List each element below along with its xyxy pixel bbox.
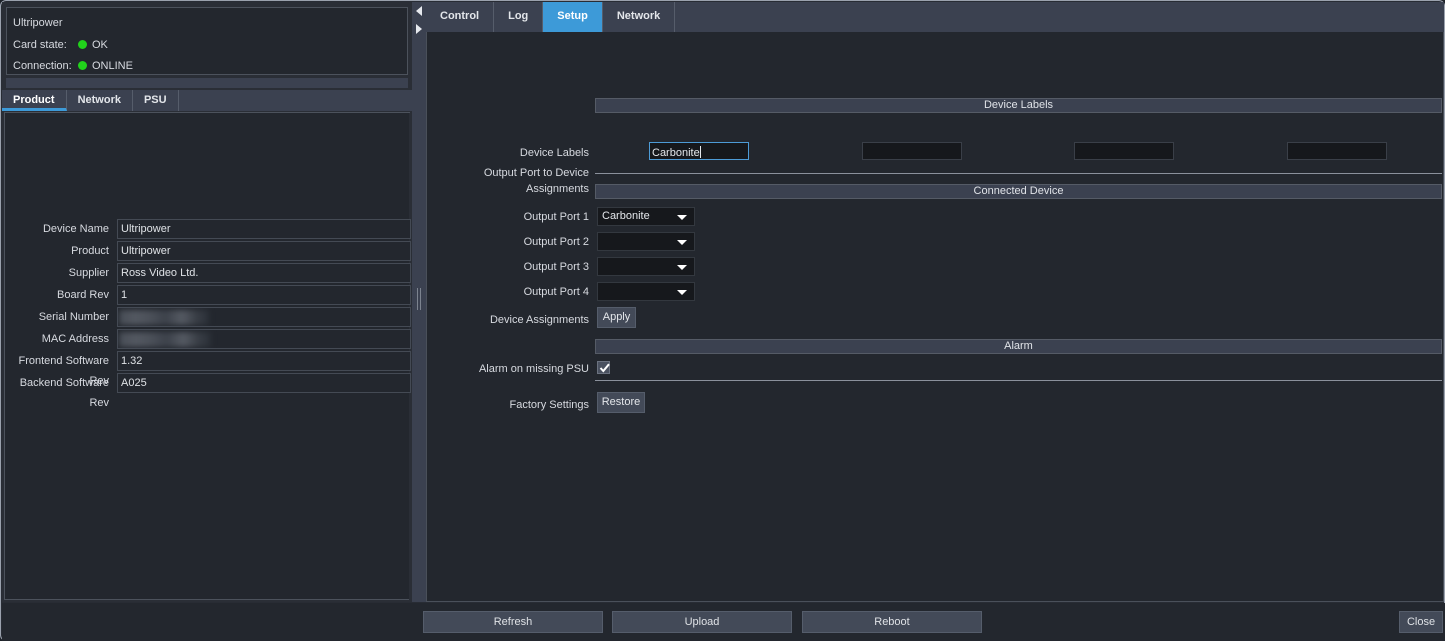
connection-label: Connection: — [13, 60, 72, 72]
assignments-section-label: Output Port to Device Assignments — [483, 167, 589, 195]
form-field-label: Board Rev — [57, 289, 109, 301]
device-label-text — [1288, 147, 1290, 159]
alarm-psu-label: Alarm on missing PSU — [478, 363, 589, 375]
card-state-label: Card state: — [13, 39, 67, 51]
chevron-down-icon — [677, 240, 687, 245]
right-tab-bar: Control Log Setup Network — [426, 2, 1444, 32]
output-port-label-3: Output Port 3 — [523, 261, 589, 273]
apply-button[interactable]: Apply — [597, 307, 636, 328]
form-field-label: Supplier — [68, 267, 109, 279]
device-label-text — [1075, 147, 1077, 159]
redacted-value — [119, 310, 209, 325]
alarm-section-rule — [595, 380, 1442, 381]
group-header-connected-device: Connected Device — [595, 184, 1442, 199]
setup-pane: Device Labels Device Labels Carbonite Ou… — [426, 32, 1444, 602]
collapse-left-button[interactable] — [412, 4, 426, 18]
left-tab-network[interactable]: Network — [67, 90, 133, 111]
group-header-alarm: Alarm — [595, 339, 1442, 354]
output-port-dropdown-1[interactable]: Carbonite — [597, 207, 695, 226]
device-status-box: Ultripower Card state: OK Connection: ONLI… — [6, 7, 408, 75]
card-state-row: Card state: OK — [13, 39, 108, 51]
output-port-dropdown-3[interactable] — [597, 257, 695, 276]
form-field-label: MAC Address — [41, 333, 109, 345]
left-tab-bar: Product Network PSU — [2, 90, 412, 111]
close-button[interactable]: Close — [1399, 611, 1443, 633]
card-state-led-icon — [78, 39, 87, 49]
form-row: Serial Number — [5, 307, 411, 329]
form-row: Frontend Software Rev 1.32 — [5, 351, 411, 387]
text-caret — [699, 146, 701, 158]
device-label-input-4[interactable] — [1287, 142, 1387, 160]
device-label-input-1[interactable]: Carbonite — [649, 142, 749, 160]
form-field-value[interactable]: Ultripower — [117, 241, 411, 261]
left-content-area: Device Name Ultripower Product Ultripower Su… — [4, 112, 413, 601]
device-label-text — [863, 147, 865, 159]
product-info-form: Device Name Ultripower Product Ultripower Su… — [5, 219, 411, 409]
checkmark-icon — [599, 363, 610, 373]
form-row: Board Rev 1 — [5, 285, 411, 307]
form-field-label: Backend Software Rev — [19, 377, 109, 409]
device-title: Ultripower — [13, 17, 63, 29]
alarm-on-missing-psu-checkbox[interactable] — [597, 361, 610, 374]
device-label-input-3[interactable] — [1074, 142, 1174, 160]
form-field-label: Device Name — [42, 223, 109, 235]
form-field-value[interactable] — [117, 307, 411, 327]
tab-network[interactable]: Network — [603, 2, 676, 32]
form-field-value[interactable]: Ultripower — [117, 219, 411, 239]
form-field-value[interactable]: Ross Video Ltd. — [117, 263, 411, 283]
output-port-label-2: Output Port 2 — [523, 236, 589, 248]
form-row: Device Name Ultripower — [5, 219, 411, 241]
form-field-label: Serial Number — [38, 311, 109, 323]
device-labels-row-label: Device Labels — [519, 147, 589, 159]
dropdown-value: Carbonite — [602, 210, 650, 222]
application-window: Ultripower Card state: OK Connection: ONLI… — [0, 0, 1445, 641]
form-row: Supplier Ross Video Ltd. — [5, 263, 411, 285]
chevron-right-icon — [416, 24, 422, 34]
connection-led-icon — [78, 60, 87, 70]
form-field-label: Product — [71, 245, 109, 257]
tab-control[interactable]: Control — [426, 2, 495, 32]
tab-setup[interactable]: Setup — [543, 2, 603, 32]
card-state-value: OK — [92, 39, 108, 51]
output-port-dropdown-4[interactable] — [597, 282, 695, 301]
device-assignments-label: Device Assignments — [489, 314, 589, 326]
factory-settings-label: Factory Settings — [509, 399, 589, 411]
chevron-left-icon — [416, 6, 422, 16]
output-port-label-1: Output Port 1 — [523, 211, 589, 223]
form-field-value[interactable]: 1.32 — [117, 351, 411, 371]
chevron-down-icon — [677, 215, 687, 220]
form-row: Product Ultripower — [5, 241, 411, 263]
group-header-device-labels: Device Labels — [595, 98, 1442, 113]
collapse-right-button[interactable] — [412, 22, 426, 36]
device-label-input-2[interactable] — [862, 142, 962, 160]
left-tab-product[interactable]: Product — [2, 90, 67, 111]
output-port-dropdown-2[interactable] — [597, 232, 695, 251]
tab-log[interactable]: Log — [494, 2, 544, 32]
restore-button[interactable]: Restore — [597, 392, 645, 413]
left-tab-psu[interactable]: PSU — [133, 90, 179, 111]
device-label-text: Carbonite — [652, 147, 700, 159]
form-field-value[interactable]: 1 — [117, 285, 411, 305]
connection-row: Connection: ONLINE — [13, 60, 133, 72]
splitter-grip-icon[interactable] — [416, 288, 422, 310]
connection-value: ONLINE — [92, 60, 133, 72]
assignments-section-rule — [595, 173, 1442, 174]
form-row: MAC Address — [5, 329, 411, 351]
chevron-down-icon — [677, 290, 687, 295]
chevron-down-icon — [677, 265, 687, 270]
refresh-button[interactable]: Refresh — [423, 611, 603, 633]
form-field-label: Frontend Software Rev — [18, 355, 110, 387]
output-port-label-4: Output Port 4 — [523, 286, 589, 298]
bottom-action-bar: Refresh Upload Reboot Close — [2, 603, 1445, 641]
form-field-value[interactable]: A025 — [117, 373, 411, 393]
reboot-button[interactable]: Reboot — [802, 611, 982, 633]
form-row: Backend Software Rev A025 — [5, 373, 411, 409]
left-panel: Ultripower Card state: OK Connection: ONLI… — [2, 2, 413, 602]
left-panel-divider — [6, 78, 408, 88]
right-panel: Control Log Setup Network Device Labels Dev… — [426, 2, 1444, 602]
form-field-value[interactable] — [117, 329, 411, 349]
redacted-value — [119, 332, 211, 347]
panel-splitter[interactable] — [412, 2, 426, 602]
upload-button[interactable]: Upload — [612, 611, 792, 633]
